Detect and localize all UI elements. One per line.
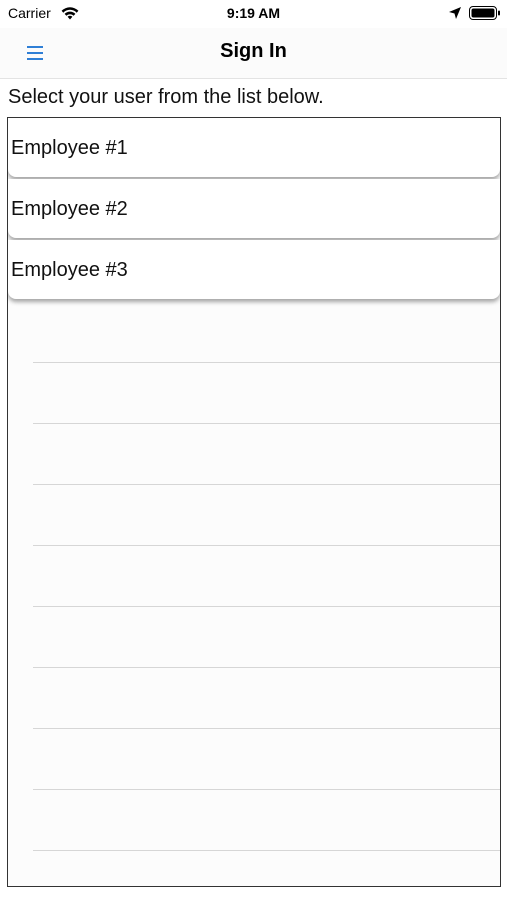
page-title: Sign In <box>220 40 287 62</box>
employee-label: Employee #2 <box>11 198 128 220</box>
list-item-employee-1[interactable]: Employee #1 <box>8 118 500 177</box>
list-item-employee-3[interactable]: Employee #3 <box>8 240 500 299</box>
empty-row-separator <box>33 850 500 851</box>
employee-list[interactable]: Employee #1 Employee #2 Employee #3 <box>7 117 501 887</box>
empty-row-separator <box>33 789 500 790</box>
instruction-text: Select your user from the list below. <box>8 86 324 108</box>
battery-icon <box>469 6 500 20</box>
empty-row-separator <box>33 606 500 607</box>
navigation-bar: Sign In <box>0 28 507 79</box>
list-item-employee-2[interactable]: Employee #2 <box>8 179 500 238</box>
employee-label: Employee #1 <box>11 137 128 159</box>
empty-row-separator <box>33 728 500 729</box>
status-bar: Carrier 9:19 AM <box>0 0 507 28</box>
status-time: 9:19 AM <box>226 5 281 21</box>
empty-row-separator <box>33 362 500 363</box>
employee-label: Employee #3 <box>11 259 128 281</box>
empty-row-separator <box>33 484 500 485</box>
empty-row-separator <box>33 423 500 424</box>
location-icon <box>449 7 461 19</box>
empty-row-separator <box>33 545 500 546</box>
empty-row-separator <box>33 667 500 668</box>
